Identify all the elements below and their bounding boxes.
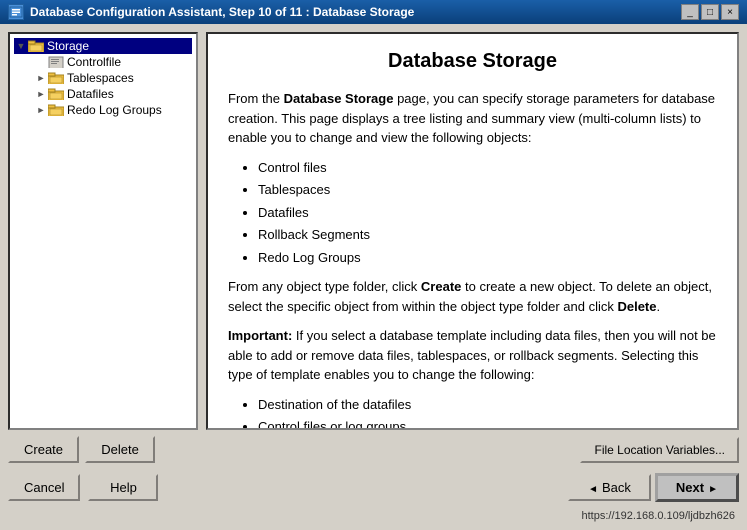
cancel-button[interactable]: Cancel [8, 474, 80, 501]
objects-list: Control files Tablespaces Datafiles Roll… [258, 158, 717, 268]
tree-label-controlfile: Controlfile [67, 55, 121, 69]
list-item-controlfiles-log: Control files or log groups. [258, 417, 717, 430]
tree-label-storage: Storage [47, 39, 89, 53]
expand-icon-tablespaces: ► [34, 71, 48, 85]
bold-delete: Delete [617, 299, 656, 314]
tree-panel[interactable]: ▼ Storage Controlfile [8, 32, 198, 430]
folder-icon-tablespaces [48, 72, 64, 84]
tree-item-controlfile[interactable]: Controlfile [14, 54, 192, 70]
file-location-variables-button[interactable]: File Location Variables... [580, 437, 739, 463]
list-item-controlfiles: Control files [258, 158, 717, 178]
close-button[interactable]: × [721, 4, 739, 20]
next-button[interactable]: Next [655, 473, 739, 502]
page-title: Database Storage [228, 50, 717, 73]
tree-item-datafiles[interactable]: ► Datafiles [14, 86, 192, 102]
create-button[interactable]: Create [8, 436, 79, 463]
list-item-tablespaces: Tablespaces [258, 180, 717, 200]
minimize-button[interactable]: _ [681, 4, 699, 20]
help-button[interactable]: Help [88, 474, 158, 501]
delete-button[interactable]: Delete [85, 436, 155, 463]
expand-icon-controlfile [34, 55, 48, 69]
tree-item-redologgroups[interactable]: ► Redo Log Groups [14, 102, 192, 118]
tree-item-tablespaces[interactable]: ► Tablespaces [14, 70, 192, 86]
list-item-redo: Redo Log Groups [258, 248, 717, 268]
tree-label-redologgroups: Redo Log Groups [67, 103, 162, 117]
nav-row: Cancel Help Back Next [8, 471, 739, 504]
list-item-destination: Destination of the datafiles [258, 395, 717, 415]
status-bar: https://192.168.0.109/ljdbzh626 [8, 510, 739, 522]
content-body: From the Database Storage page, you can … [228, 89, 717, 430]
create-delete-group: Create Delete [8, 436, 155, 463]
tree-label-datafiles: Datafiles [67, 87, 114, 101]
next-arrow-icon [708, 480, 718, 495]
back-arrow-icon [588, 480, 598, 495]
next-label: Next [676, 480, 704, 495]
intro-paragraph: From the Database Storage page, you can … [228, 89, 717, 148]
expand-icon-storage: ▼ [14, 39, 28, 53]
list-item-datafiles: Datafiles [258, 203, 717, 223]
bold-database-storage: Database Storage [284, 91, 394, 106]
create-delete-paragraph: From any object type folder, click Creat… [228, 277, 717, 316]
window-title: Database Configuration Assistant, Step 1… [30, 5, 414, 19]
bold-create: Create [421, 279, 461, 294]
nav-right-group: Back Next [568, 473, 739, 502]
status-url: https://192.168.0.109/ljdbzh626 [581, 510, 735, 522]
tree-label-tablespaces: Tablespaces [67, 71, 134, 85]
important-paragraph: Important: If you select a database temp… [228, 326, 717, 385]
back-button[interactable]: Back [568, 474, 651, 501]
app-icon [8, 4, 24, 20]
expand-icon-redologgroups: ► [34, 103, 48, 117]
folder-icon-redologgroups [48, 104, 64, 116]
content-row: ▼ Storage Controlfile [8, 32, 739, 430]
tree-item-storage[interactable]: ▼ Storage [14, 38, 192, 54]
expand-icon-datafiles: ► [34, 87, 48, 101]
action-row: Create Delete File Location Variables... [8, 436, 739, 465]
main-container: ▼ Storage Controlfile [0, 24, 747, 530]
title-bar: Database Configuration Assistant, Step 1… [0, 0, 747, 24]
window-controls: _ □ × [681, 4, 739, 20]
folder-icon-datafiles [48, 88, 64, 100]
list-item-rollback: Rollback Segments [258, 225, 717, 245]
bold-important: Important: [228, 328, 292, 343]
folder-icon-storage [28, 40, 44, 52]
template-list: Destination of the datafiles Control fil… [258, 395, 717, 431]
maximize-button[interactable]: □ [701, 4, 719, 20]
nav-left-group: Cancel Help [8, 474, 158, 501]
back-label: Back [602, 480, 631, 495]
right-panel: Database Storage From the Database Stora… [206, 32, 739, 430]
file-icon-controlfile [48, 56, 64, 68]
